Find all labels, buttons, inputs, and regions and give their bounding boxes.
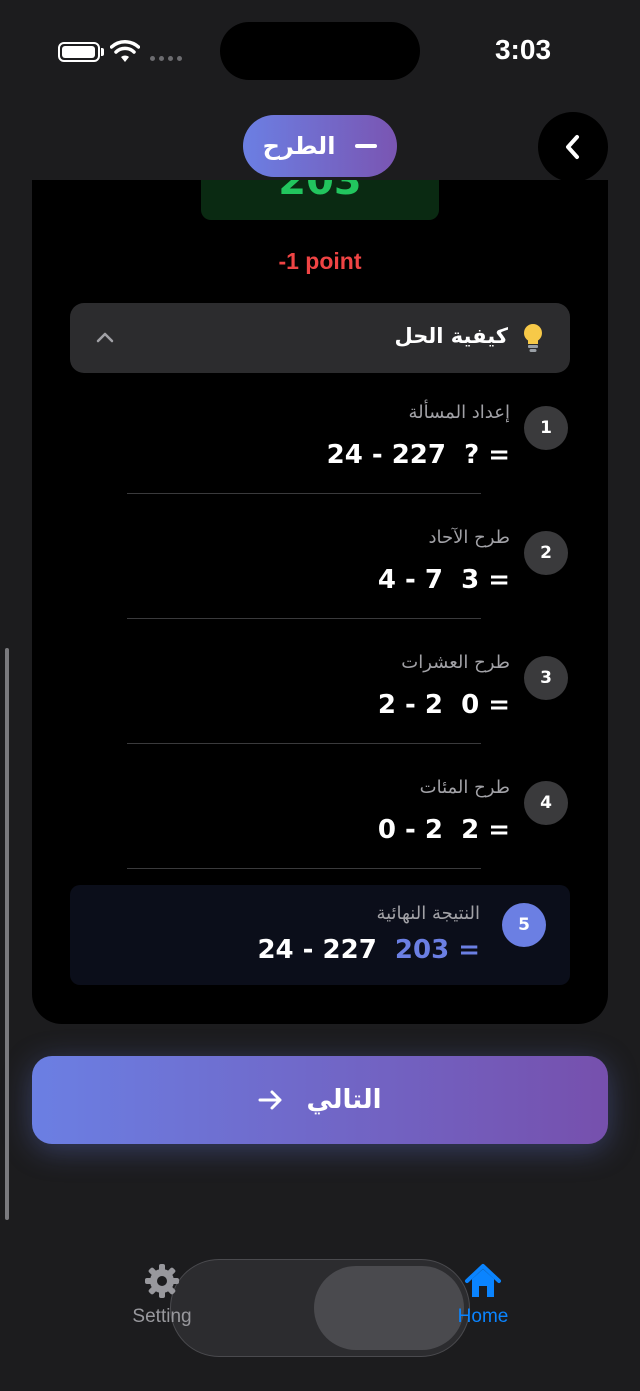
wifi-icon [110,40,140,62]
step-equation: 24 - 227 ? = [326,440,510,470]
step-number: 2 [524,531,568,575]
final-result-value: 203 = [394,935,480,965]
step-title: طرح الآحاد [428,527,511,548]
final-equation: 24 - 227 203 = [257,935,480,965]
gear-icon [145,1264,179,1298]
back-button[interactable] [538,112,608,182]
next-button[interactable]: التالي [32,1056,608,1144]
step-4: 4 طرح المئات 0 - 2 2 = [70,777,570,877]
battery-icon [58,42,100,62]
tab-home-label: Home [457,1306,509,1327]
lightbulb-icon [524,324,542,352]
divider [127,493,481,494]
divider [127,868,481,869]
step-equation: 2 - 2 0 = [377,690,510,720]
step-1: 1 إعداد المسألة 24 - 227 ? = [70,402,570,502]
battery-cap [101,48,104,56]
arrow-right-icon [258,1090,282,1110]
answer-display: 203 [201,180,439,220]
divider [127,743,481,744]
step-title: طرح المئات [419,777,510,798]
minus-icon [355,144,378,148]
dynamic-island [220,22,420,80]
tab-setting[interactable]: Setting [102,1262,222,1328]
tab-setting-label: Setting [132,1306,192,1327]
divider [127,618,481,619]
solution-card: 203 -1 point كيفية الحل 1 إعداد المسألة … [32,180,608,1024]
next-button-label: التالي [306,1085,382,1115]
step-number: 1 [524,406,568,450]
status-bar: 3:03 [0,0,640,100]
howto-label: كيفية الحل [394,324,508,348]
page-title: الطرح [262,132,336,160]
step-2: 2 طرح الآحاد 4 - 7 3 = [70,527,570,627]
step-equation: 4 - 7 3 = [377,565,510,595]
step-3: 3 طرح العشرات 2 - 2 0 = [70,652,570,752]
step-number: 3 [524,656,568,700]
status-time: 3:03 [494,34,552,65]
points-penalty: -1 point [278,248,362,274]
scrollbar[interactable] [5,648,9,1220]
step-number: 4 [524,781,568,825]
step-title: طرح العشرات [401,652,510,673]
house-icon [465,1264,501,1297]
step-number: 5 [502,903,546,947]
step-equation: 0 - 2 2 = [377,815,510,845]
final-result-step: 5 النتيجة النهائية 24 - 227 203 = [70,885,570,985]
step-title: النتيجة النهائية [376,903,480,924]
chevron-up-icon [96,332,114,343]
tab-home[interactable]: Home [423,1262,543,1328]
answer-value: 203 [278,180,362,204]
final-expression: 24 - 227 [257,935,395,965]
chevron-left-icon [566,135,579,159]
howto-toggle[interactable]: كيفية الحل [70,303,570,373]
page-title-pill: الطرح [243,115,397,177]
signal-dots-icon [150,56,182,61]
step-title: إعداد المسألة [408,402,511,423]
